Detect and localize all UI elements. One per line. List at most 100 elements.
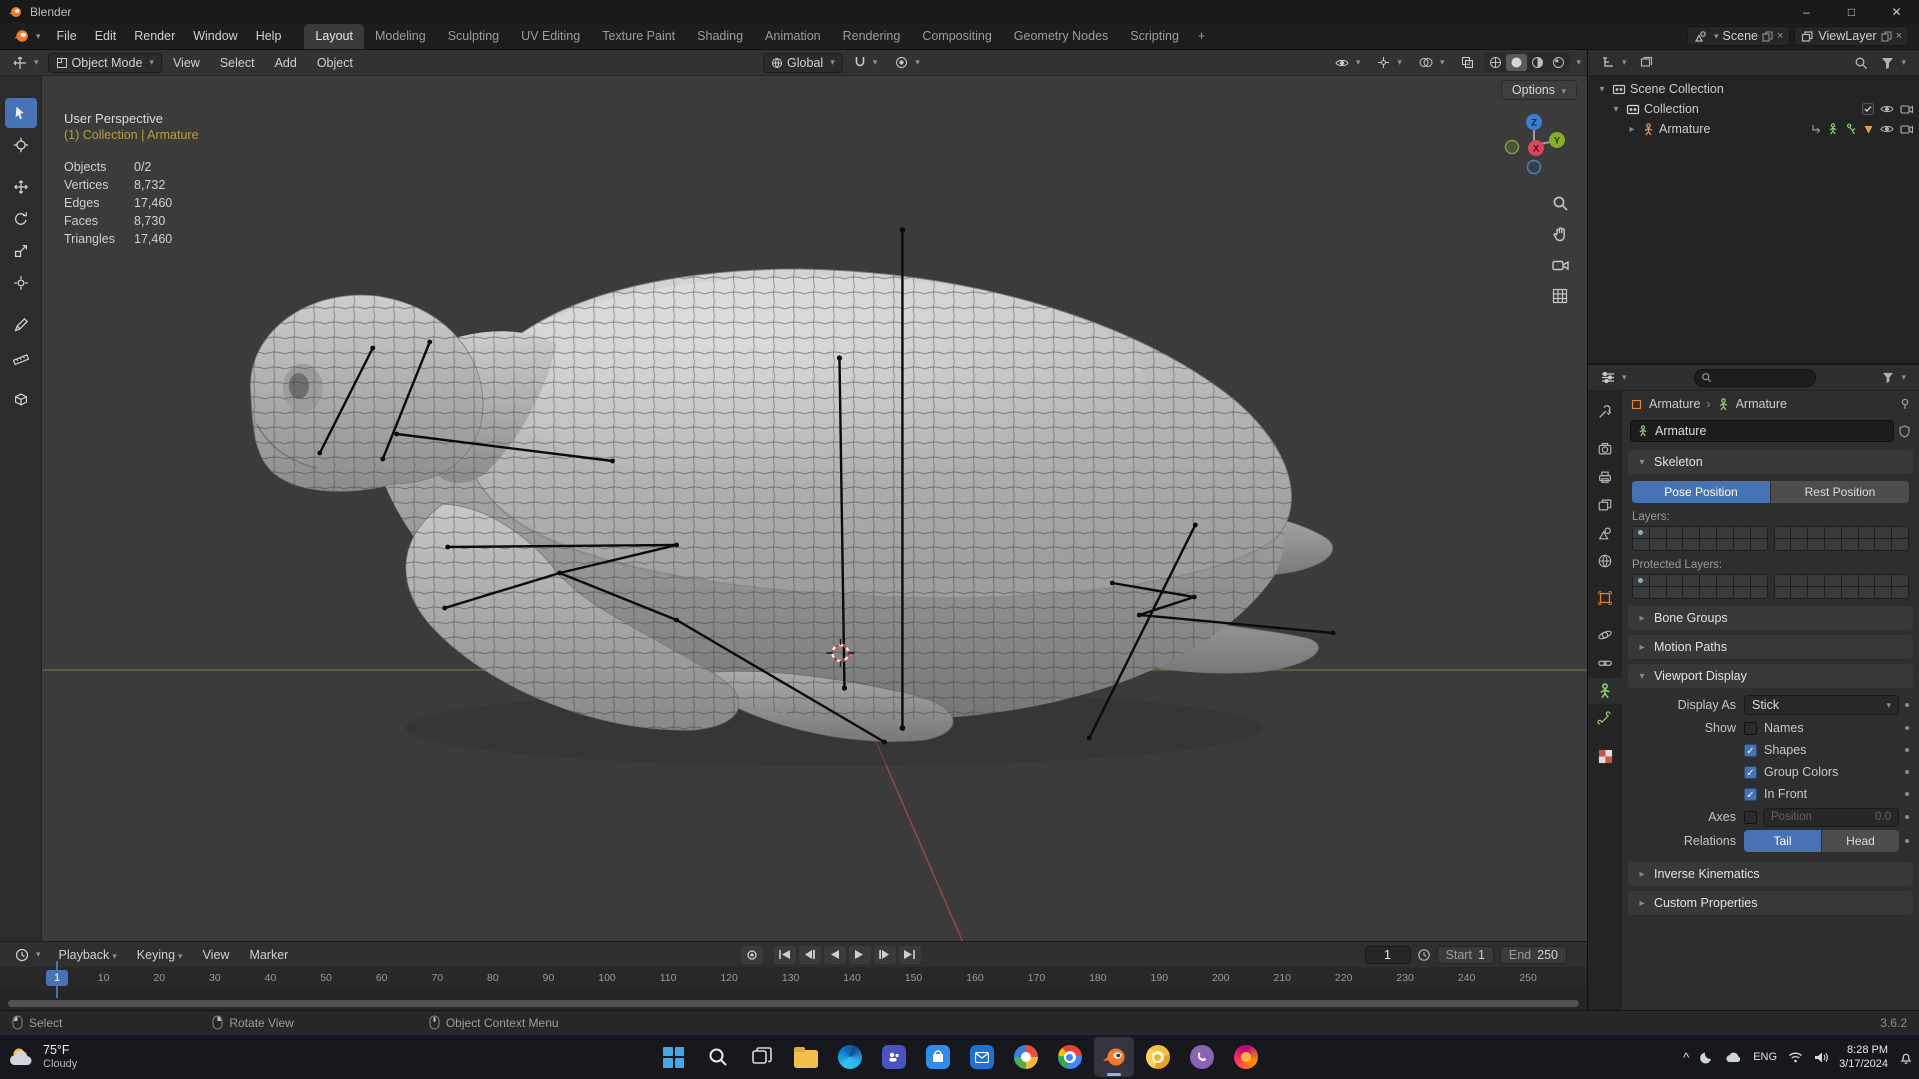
start-frame-field[interactable]: Start 1 <box>1436 945 1494 964</box>
tool-transform[interactable] <box>5 268 37 298</box>
layer-toggle[interactable] <box>1633 575 1649 586</box>
checkbox[interactable] <box>1744 721 1757 735</box>
shading-wireframe-button[interactable] <box>1485 54 1506 71</box>
workspace-tab[interactable]: Animation <box>754 24 832 49</box>
workspace-tab[interactable]: Sculpting <box>437 24 510 49</box>
tab-bone[interactable] <box>1590 706 1620 732</box>
layer-toggle[interactable] <box>1892 527 1908 538</box>
pan-hand-icon[interactable] <box>1549 223 1571 245</box>
layer-toggle[interactable] <box>1841 575 1858 586</box>
menu-add[interactable]: Add <box>266 52 306 74</box>
layer-toggle[interactable] <box>1750 539 1767 550</box>
taskbar-app-blender[interactable] <box>1093 1037 1134 1077</box>
layer-toggle[interactable] <box>1733 575 1750 586</box>
navigation-gizmo[interactable]: Z Y X <box>1501 110 1567 176</box>
timeline-scrollbar[interactable] <box>8 1000 1579 1007</box>
outliner-row-scene-collection[interactable]: ▾ Scene Collection <box>1588 79 1919 99</box>
axis-x-ball[interactable]: X <box>1528 140 1544 156</box>
axes-position-slider[interactable]: Position 0.0 <box>1763 807 1899 827</box>
new-scene-icon[interactable] <box>1762 31 1773 42</box>
weather-widget[interactable]: 75°F Cloudy <box>8 1035 77 1079</box>
workspace-tab[interactable]: Rendering <box>832 24 912 49</box>
gizmos-dropdown[interactable]: ▾ <box>1370 54 1409 71</box>
tab-scene[interactable] <box>1590 520 1620 546</box>
layer-toggle[interactable] <box>1824 575 1841 586</box>
layer-toggle[interactable] <box>1683 575 1700 586</box>
layer-toggle[interactable] <box>1750 575 1767 586</box>
notification-bell-icon[interactable] <box>1899 1050 1913 1065</box>
snap-toggle[interactable]: ▾ <box>847 54 885 71</box>
layer-toggle[interactable] <box>1824 587 1841 598</box>
layer-toggle[interactable] <box>1700 527 1717 538</box>
taskbar-app-chrome-canary[interactable] <box>1138 1037 1178 1077</box>
layer-toggle[interactable] <box>1774 527 1791 538</box>
hide-eye-icon[interactable] <box>1880 124 1894 134</box>
layer-toggle[interactable] <box>1649 575 1666 586</box>
checkbox[interactable] <box>1744 743 1757 757</box>
menu-view[interactable]: View <box>164 52 209 74</box>
pin-icon[interactable] <box>1899 398 1911 410</box>
xray-toggle[interactable] <box>1454 54 1481 71</box>
layer-toggle[interactable] <box>1892 575 1908 586</box>
mode-selector[interactable]: Object Mode ▾ <box>47 52 162 73</box>
timeline-editor-type-button[interactable]: ▾ <box>8 946 48 964</box>
jump-to-start-button[interactable] <box>773 945 796 964</box>
menu-keying[interactable]: Keying ▾ <box>128 944 192 966</box>
section-motion-paths[interactable]: ▸ Motion Paths <box>1628 635 1913 659</box>
layer-toggle[interactable] <box>1717 587 1733 598</box>
play-reverse-button[interactable] <box>823 945 846 964</box>
camera-view-icon[interactable] <box>1549 254 1571 276</box>
tab-physics[interactable] <box>1590 622 1620 648</box>
close-button[interactable]: ✕ <box>1874 0 1919 23</box>
taskbar-app-teams[interactable] <box>874 1037 914 1077</box>
section-viewport-display[interactable]: ▾ Viewport Display <box>1628 664 1913 688</box>
layer-toggle[interactable] <box>1875 527 1892 538</box>
taskbar-app-file-explorer[interactable] <box>786 1037 826 1077</box>
layer-toggle[interactable] <box>1808 539 1824 550</box>
menu-marker[interactable]: Marker <box>240 944 297 966</box>
layer-toggle[interactable] <box>1841 527 1858 538</box>
taskbar-app-viber[interactable] <box>1182 1037 1222 1077</box>
menu-playback[interactable]: Playback ▾ <box>50 944 126 966</box>
ortho-grid-icon[interactable] <box>1549 285 1571 307</box>
tab-object-data-armature[interactable] <box>1588 678 1622 704</box>
relations-head-button[interactable]: Head <box>1822 830 1899 852</box>
tool-cursor[interactable] <box>5 130 37 160</box>
section-inverse-kinematics[interactable]: ▸ Inverse Kinematics <box>1628 862 1913 886</box>
layer-toggle[interactable] <box>1808 527 1824 538</box>
transform-orientation-selector[interactable]: Global ▾ <box>763 52 843 73</box>
armature-name-field[interactable]: Armature <box>1630 420 1894 442</box>
layer-toggle[interactable] <box>1750 587 1767 598</box>
next-keyframe-button[interactable] <box>873 945 896 964</box>
disclosure-triangle-icon[interactable]: ▸ <box>1626 124 1638 135</box>
3d-scene[interactable] <box>0 76 1587 941</box>
tab-output[interactable] <box>1590 464 1620 490</box>
layer-toggle[interactable] <box>1717 539 1733 550</box>
animate-dot[interactable] <box>1905 839 1909 843</box>
taskbar-app-store[interactable] <box>918 1037 958 1077</box>
pose-position-button[interactable]: Pose Position <box>1632 481 1770 503</box>
layer-toggle[interactable] <box>1649 527 1666 538</box>
layer-toggle[interactable] <box>1649 539 1666 550</box>
tool-measure[interactable] <box>5 342 37 372</box>
preview-range-clock-icon[interactable] <box>1417 948 1431 962</box>
axes-checkbox[interactable] <box>1744 810 1757 824</box>
relations-tail-button[interactable]: Tail <box>1744 830 1821 852</box>
menu-render[interactable]: Render <box>125 25 184 47</box>
workspace-tab[interactable]: Scripting <box>1119 24 1190 49</box>
layer-toggle[interactable] <box>1791 527 1808 538</box>
tab-object[interactable] <box>1590 585 1620 611</box>
layer-toggle[interactable] <box>1733 587 1750 598</box>
layer-toggle[interactable] <box>1733 539 1750 550</box>
axis-y-ball[interactable]: Y <box>1549 132 1565 148</box>
scene-selector[interactable]: ▾ Scene × <box>1687 26 1791 46</box>
shading-rendered-button[interactable] <box>1548 54 1569 71</box>
rest-position-button[interactable]: Rest Position <box>1771 481 1909 503</box>
render-camera-icon[interactable] <box>1900 104 1913 114</box>
menu-help[interactable]: Help <box>247 25 291 47</box>
exclude-checkbox-icon[interactable] <box>1862 103 1874 115</box>
taskbar-app-chrome[interactable] <box>1050 1037 1090 1077</box>
start-button[interactable] <box>654 1037 694 1077</box>
workspace-tab[interactable]: Shading <box>686 24 754 49</box>
breadcrumb-object[interactable]: Armature <box>1649 397 1700 411</box>
